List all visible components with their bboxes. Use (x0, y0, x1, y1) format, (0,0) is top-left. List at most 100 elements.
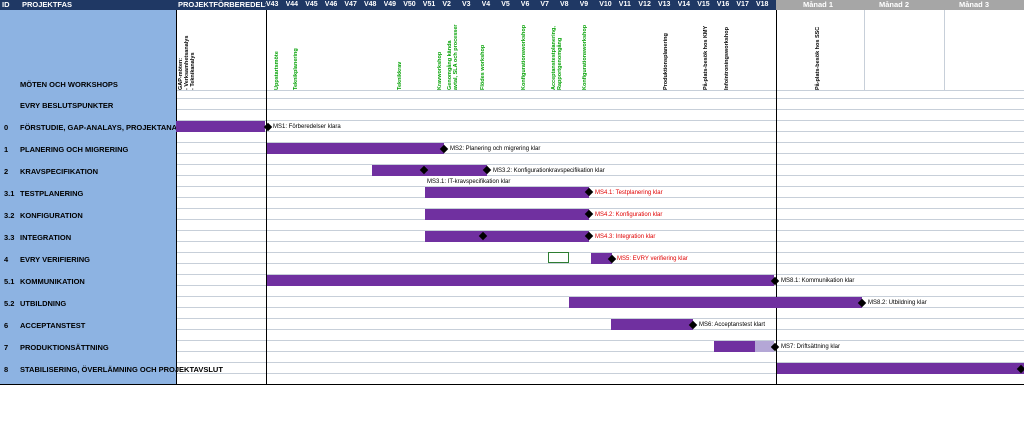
row-name: STABILISERING, ÖVERLÄMNING OCH PROJEKTAV… (20, 365, 223, 374)
row-name: KOMMUNIKATION (20, 277, 85, 286)
week-v10: V10 (599, 0, 619, 10)
header-prep: PROJEKTFÖRBEREDELSER (176, 0, 281, 10)
row-label: 3.2 KONFIGURATION (0, 211, 176, 221)
week-v2: V2 (442, 0, 462, 10)
row-label: 0 FÖRSTUDIE, GAP-ANALAYS, PROJEKTANALYS O… (0, 123, 235, 133)
meeting-teknikkrav: Teknikkrav (397, 61, 403, 90)
bar-forstudie (176, 121, 265, 132)
week-v9: V9 (579, 0, 600, 10)
row-name: EVRY BESLUTSPUNKTER (20, 101, 114, 110)
ms1-label: MS1: Förberedelser klara (273, 124, 341, 130)
week-v51: V51 (422, 0, 443, 10)
grid-line (176, 98, 1024, 99)
bar-acceptanstest (611, 319, 693, 330)
meeting-kmy: På-plats-besök hos KMY (703, 25, 709, 90)
divider-month3 (944, 10, 945, 90)
week-v17: V17 (736, 0, 756, 10)
row-id: 3.3 (4, 233, 15, 242)
ms3-1-label: MS3.1: IT-kravspecifikation klar (427, 179, 511, 185)
row-label: 7 PRODUKTIONSÄTTNING (0, 343, 176, 353)
row-label: MÖTEN OCH WORKSHOPS (0, 80, 176, 90)
week-v13: V13 (658, 0, 678, 10)
row-label: 2 KRAVSPECIFIKATION (0, 167, 176, 177)
divider-v43 (266, 10, 267, 384)
row-name: INTEGRATION (20, 233, 72, 242)
week-v12: V12 (638, 0, 658, 10)
ms2-label: MS2: Planering och migrering klar (450, 146, 541, 152)
week-v45: V45 (305, 0, 325, 10)
divider-month1 (776, 10, 777, 384)
meeting-produktion: Produktionsplanering (663, 33, 669, 90)
row-name: TESTPLANERING (20, 189, 84, 198)
meeting-kravworkshop: Kravworkshop (437, 51, 443, 90)
row-label: 5.2 UTBILDNING (0, 299, 176, 309)
grid-line (176, 120, 1024, 121)
meeting-acceptanstest: Acceptanstestplanering, Rapportgenomgång (551, 26, 563, 90)
bar-stabilisering (777, 363, 1024, 374)
ms4-1-label: MS4.1: Testplanering klar (595, 190, 663, 196)
week-v16: V16 (716, 0, 737, 10)
grid-line (176, 186, 1024, 187)
row-label: 5.1 KOMMUNIKATION (0, 277, 176, 287)
selected-cell[interactable] (548, 252, 569, 263)
row-id: 6 (4, 321, 9, 330)
row-label: 4 EVRY VERIFIERING (0, 255, 176, 265)
bar-planering (267, 143, 444, 154)
meeting-uppstart: Uppstartsmöte (274, 51, 280, 90)
week-v15: V15 (697, 0, 717, 10)
row-id: 8 (4, 365, 9, 374)
header-phase: PROJEKTFAS (20, 0, 176, 10)
row-id: 1 (4, 145, 9, 154)
week-v47: V47 (344, 0, 364, 10)
grid-line (176, 318, 1024, 319)
week-v3: V3 (462, 0, 482, 10)
row-name: KONFIGURATION (20, 211, 83, 220)
week-v49: V49 (383, 0, 404, 10)
grid-line (176, 109, 1024, 110)
row-id: 5.1 (4, 277, 15, 286)
meeting-ssc: På-plats-besök hos SSC (815, 26, 821, 90)
row-name: EVRY VERIFIERING (20, 255, 91, 264)
row-label: EVRY BESLUTSPUNKTER (0, 101, 176, 111)
meeting-genomgang: Genomgång kända avtal, SLA och processer (447, 24, 459, 90)
bar-produktion (714, 341, 755, 352)
grid-line (176, 164, 1024, 165)
row-id: 2 (4, 167, 9, 176)
grid-line (176, 219, 1024, 220)
grid-line (176, 340, 1024, 341)
grid-bottom (0, 384, 1024, 385)
bar-utbildning (569, 297, 862, 308)
bar-testplanering (425, 187, 589, 198)
week-v46: V46 (324, 0, 345, 10)
row-name: KRAVSPECIFIKATION (20, 167, 99, 176)
week-v11: V11 (618, 0, 639, 10)
grid-line (176, 197, 1024, 198)
grid-line (176, 175, 1024, 176)
row-name: MÖTEN OCH WORKSHOPS (20, 80, 118, 89)
row-id: 3.2 (4, 211, 15, 220)
ms3-2-label: MS3.2: Konfigurationkravspecifikation kl… (493, 168, 605, 174)
grid-line (176, 230, 1024, 231)
grid-line (176, 241, 1024, 242)
row-id: 3.1 (4, 189, 15, 198)
week-v4: V4 (481, 0, 502, 10)
row-id: 4 (4, 255, 9, 264)
week-v8: V8 (560, 0, 580, 10)
grid-line (176, 351, 1024, 352)
week-v48: V48 (364, 0, 384, 10)
meeting-konfig2: Konfigurationsworkshop (582, 24, 588, 90)
week-v44: V44 (285, 0, 306, 10)
grid-line (176, 208, 1024, 209)
week-v5: V5 (501, 0, 521, 10)
week-v14: V14 (677, 0, 698, 10)
ms7-label: MS7: Driftsättning klar (781, 344, 841, 350)
row-label: 3.1 TESTPLANERING (0, 189, 176, 199)
ms8-1-label: MS8.1: Kommunikation klar (781, 278, 855, 284)
row-name: PRODUKTIONSÄTTNING (20, 343, 109, 352)
bar-integration (425, 231, 589, 242)
week-v6: V6 (520, 0, 541, 10)
divider-month2 (864, 10, 865, 90)
grid-line (176, 131, 1024, 132)
row-name: UTBILDNING (20, 299, 67, 308)
ms5-label: MS5: EVRY verifiering klar (617, 256, 688, 262)
